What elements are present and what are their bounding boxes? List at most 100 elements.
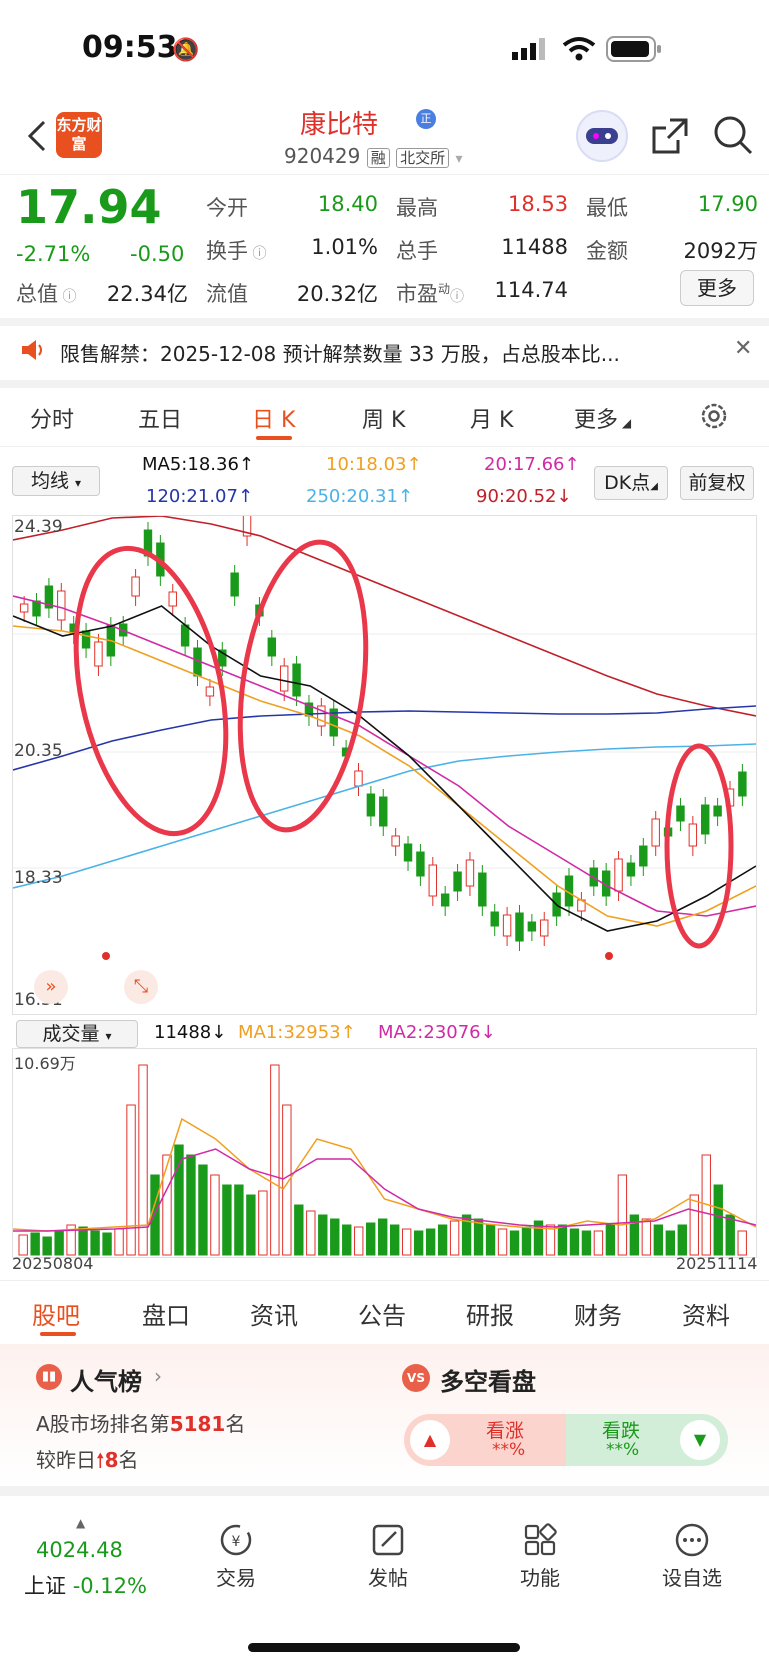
candle bbox=[676, 805, 685, 822]
more-button[interactable]: 更多 bbox=[680, 270, 754, 306]
amount-value: 2092万 bbox=[683, 239, 758, 263]
candle bbox=[279, 665, 289, 692]
candle bbox=[379, 796, 388, 827]
volume-selector[interactable]: 成交量 ▾ bbox=[16, 1020, 138, 1048]
candle bbox=[515, 912, 524, 942]
tab-daily-k[interactable]: 日 K bbox=[252, 402, 295, 434]
index-value[interactable]: 4024.48 bbox=[36, 1538, 123, 1562]
function-nav[interactable]: 功能 bbox=[500, 1522, 580, 1591]
volume-bar bbox=[246, 1194, 256, 1256]
dropdown-icon: ▾ bbox=[105, 1029, 112, 1043]
kline-chart[interactable] bbox=[12, 498, 757, 1015]
dk-point-button[interactable]: DK点◢ bbox=[594, 466, 668, 500]
share-icon[interactable] bbox=[650, 116, 690, 160]
ma5-line bbox=[12, 605, 757, 932]
tab-research[interactable]: 研报 bbox=[466, 1296, 514, 1331]
back-icon[interactable] bbox=[24, 118, 50, 154]
info-icon[interactable]: ⓘ bbox=[248, 246, 266, 262]
tab-weekly-k[interactable]: 周 K bbox=[362, 402, 405, 434]
candle bbox=[131, 576, 140, 597]
volume-bar bbox=[258, 1190, 268, 1256]
price-adjust-button[interactable]: 前复权 bbox=[680, 466, 754, 500]
candle bbox=[614, 858, 623, 892]
date-end: 20251114 bbox=[676, 1254, 758, 1273]
volume-bar bbox=[497, 1228, 508, 1256]
volume-bar bbox=[569, 1228, 580, 1256]
volume-axis-top: 10.69万 bbox=[14, 1054, 76, 1073]
volume-bar bbox=[737, 1230, 747, 1256]
candle bbox=[403, 843, 413, 862]
post-nav[interactable]: 发帖 bbox=[348, 1522, 428, 1591]
info-icon[interactable]: ⓘ bbox=[450, 289, 464, 305]
trade-icon: ¥ bbox=[196, 1522, 276, 1562]
change-value: -0.50 bbox=[130, 242, 185, 266]
volume-bar bbox=[234, 1184, 244, 1256]
tab-news[interactable]: 资讯 bbox=[250, 1296, 298, 1331]
index-row[interactable]: 上证 -0.12% bbox=[24, 1570, 147, 1600]
dropdown-icon: ▾ bbox=[75, 476, 82, 490]
volume-bar bbox=[617, 1174, 628, 1256]
expand-left-icon[interactable]: » bbox=[34, 970, 68, 1004]
stock-code: 920429 bbox=[284, 144, 361, 168]
bearish-button[interactable]: 看跌 **% ▼ bbox=[566, 1414, 728, 1466]
tab-guba[interactable]: 股吧 bbox=[32, 1296, 80, 1331]
volume-bar bbox=[42, 1236, 52, 1256]
stock-code-row[interactable]: 920429 融 北交所 ▾ bbox=[284, 144, 463, 168]
mute-icon: 🔕 bbox=[172, 38, 200, 63]
candle bbox=[292, 663, 301, 697]
vs-icon: VS bbox=[402, 1364, 430, 1392]
volume-chart[interactable] bbox=[12, 1048, 757, 1258]
dropdown-icon: ▾ bbox=[455, 151, 463, 167]
caret-up-icon[interactable]: ▲ bbox=[76, 1516, 85, 1530]
volume-bar bbox=[485, 1224, 496, 1256]
volume-bar bbox=[150, 1174, 160, 1256]
sentiment-card[interactable]: VS 多空看盘 ▲ 看涨 **% 看跌 **% ▼ bbox=[398, 1350, 758, 1478]
search-icon[interactable] bbox=[712, 114, 754, 160]
low-value: 17.90 bbox=[697, 192, 758, 216]
candle bbox=[205, 686, 215, 697]
signal-dot bbox=[102, 952, 110, 960]
tab-announcements[interactable]: 公告 bbox=[358, 1296, 406, 1331]
signal-icon bbox=[512, 38, 546, 64]
volume-bar bbox=[162, 1154, 172, 1256]
tab-pankou[interactable]: 盘口 bbox=[142, 1296, 190, 1331]
tab-five-day[interactable]: 五日 bbox=[138, 402, 182, 434]
volume-bar bbox=[521, 1226, 532, 1256]
tab-more[interactable]: 更多 ◢ bbox=[574, 402, 631, 434]
sentiment-title: 多空看盘 bbox=[440, 1368, 536, 1396]
trade-nav[interactable]: ¥ 交易 bbox=[196, 1522, 276, 1591]
info-icon[interactable]: ⓘ bbox=[58, 289, 76, 305]
popularity-card[interactable]: ▮▮ 人气榜 › A股市场排名第5181名 较昨日🠕8名 bbox=[20, 1350, 380, 1478]
notice-bar[interactable]: 限售解禁：2025-12-08 预计解禁数量 33 万股，占总股本比... ✕ bbox=[0, 322, 769, 380]
fullscreen-icon[interactable]: ⤡ bbox=[124, 970, 158, 1004]
bullish-button[interactable]: ▲ 看涨 **% bbox=[404, 1414, 566, 1466]
volume-bar bbox=[174, 1144, 184, 1256]
ma-selector[interactable]: 均线 ▾ bbox=[12, 466, 100, 496]
volume-bar bbox=[605, 1224, 616, 1256]
divider bbox=[0, 380, 769, 388]
volume-bar bbox=[401, 1228, 412, 1256]
divider bbox=[0, 446, 769, 447]
ma5-label: MA5:18.36↑ bbox=[142, 454, 254, 475]
tab-intraday[interactable]: 分时 bbox=[30, 402, 74, 434]
settings-icon[interactable] bbox=[698, 400, 730, 436]
open-value: 18.40 bbox=[317, 192, 378, 216]
robot-avatar-icon[interactable] bbox=[576, 110, 628, 162]
pe-label: 市盈动ⓘ bbox=[396, 282, 465, 306]
volume-bar bbox=[306, 1210, 316, 1256]
volume-bar bbox=[593, 1230, 604, 1256]
volume-bar bbox=[18, 1234, 28, 1256]
watchlist-nav[interactable]: 设自选 bbox=[652, 1522, 732, 1591]
candle bbox=[651, 818, 660, 847]
tab-finance[interactable]: 财务 bbox=[574, 1296, 622, 1331]
candle bbox=[267, 637, 277, 657]
close-icon[interactable]: ✕ bbox=[734, 336, 752, 361]
tab-profile[interactable]: 资料 bbox=[682, 1296, 730, 1331]
volume-bar bbox=[665, 1230, 676, 1256]
candle bbox=[527, 921, 537, 932]
active-tab-indicator bbox=[256, 436, 292, 440]
volume-bar bbox=[294, 1204, 304, 1256]
tab-monthly-k[interactable]: 月 K bbox=[470, 402, 513, 434]
grid-icon bbox=[500, 1522, 580, 1562]
volume-bar bbox=[725, 1214, 735, 1256]
